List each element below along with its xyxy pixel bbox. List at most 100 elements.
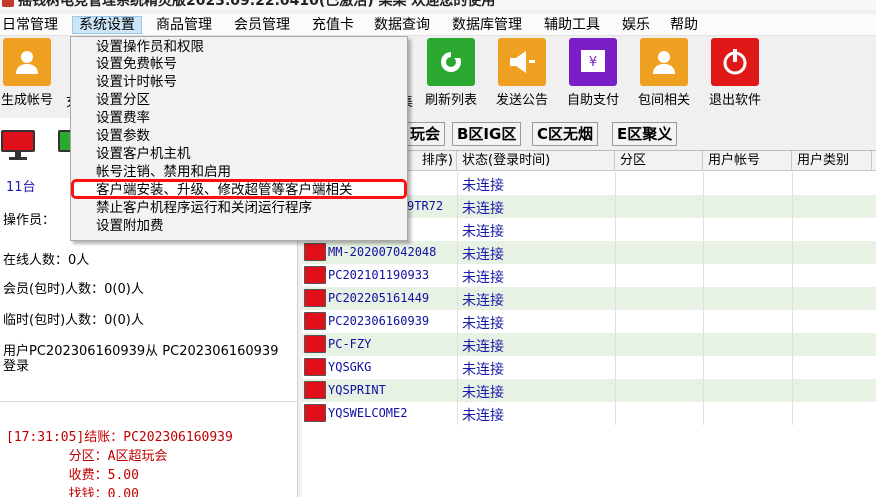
menu-members[interactable]: 会员管理 (228, 16, 296, 34)
row-divider (457, 356, 458, 379)
row-divider (792, 402, 793, 425)
pc-name: PC202205161449 (328, 291, 430, 305)
menu-entertainment[interactable]: 娱乐 (616, 16, 656, 34)
pc-name: YQSWELCOME2 (328, 406, 408, 420)
menu-bar: 日常管理 系统设置 商品管理 会员管理 充值卡 数据查询 数据库管理 辅助工具 … (0, 14, 876, 36)
room-button[interactable]: 包间相关 (629, 38, 699, 108)
send-notice-button[interactable]: 发送公告 (487, 38, 557, 108)
pc-status: 未连接 (462, 408, 504, 424)
refresh-icon (427, 38, 475, 86)
dropdown-item[interactable]: 设置操作员和权限 (96, 39, 204, 56)
row-divider (792, 356, 793, 379)
row-divider (615, 333, 616, 356)
pc-status: 未连接 (462, 385, 504, 401)
dropdown-item[interactable]: 帐号注销、禁用和启用 (96, 164, 231, 181)
tab-zone-c[interactable]: C区无烟 (532, 122, 599, 146)
col-user-type[interactable]: 用户类别 (792, 151, 872, 171)
pc-name: PC-FZY (328, 337, 372, 351)
pc-name: PC202101190933 (328, 268, 430, 282)
menu-tools[interactable]: 辅助工具 (538, 16, 606, 34)
table-row[interactable]: PC-FZY 未连接 (302, 333, 876, 356)
dropdown-item[interactable]: 禁止客户机程序运行和关闭运行程序 (96, 200, 312, 217)
menu-system-settings[interactable]: 系统设置 (72, 16, 142, 34)
row-divider (615, 310, 616, 333)
app-window: { "title":"摇钱树电竞管理系统精灵版2023.09.22.0410(已… (0, 0, 876, 497)
row-divider (615, 195, 616, 218)
svg-text:¥: ¥ (589, 55, 597, 70)
table-row[interactable]: PC202101190933 未连接 (302, 264, 876, 287)
system-settings-dropdown: 设置操作员和权限 设置免费帐号 设置计时帐号 设置分区 设置费率 设置参数 设置客户机主机帐… (70, 36, 408, 241)
dropdown-item[interactable]: 设置客户机主机 (96, 146, 191, 163)
menu-database[interactable]: 数据库管理 (446, 16, 528, 34)
dropdown-item[interactable]: 设置分区 (96, 92, 150, 109)
dropdown-item[interactable]: 设置计时帐号 (96, 74, 177, 91)
payment-icon: ¥ (569, 38, 617, 86)
row-divider (792, 218, 793, 241)
panel-divider (0, 401, 298, 402)
row-divider (457, 310, 458, 333)
pc-status: 未连接 (462, 270, 504, 286)
generate-account-button[interactable]: 生成帐号 (0, 38, 62, 108)
row-divider (703, 379, 704, 402)
table-row[interactable]: PC202205161449 未连接 (302, 287, 876, 310)
self-pay-button[interactable]: ¥ 自助支付 (558, 38, 628, 108)
pc-status-icon (304, 289, 326, 307)
menu-recharge-card[interactable]: 充值卡 (306, 16, 360, 34)
row-divider (615, 241, 616, 264)
row-divider (703, 172, 704, 195)
log-line-1: [17:31:05]结账：PC202306160939 (6, 430, 233, 445)
pc-name: MM-202007042048 (328, 245, 437, 259)
tab-zone-b[interactable]: B区IG区 (452, 122, 522, 146)
tab-zone-a[interactable]: 玩会 (406, 122, 446, 146)
monitor-red-icon (1, 130, 35, 160)
row-divider (615, 402, 616, 425)
table-row[interactable]: YQSGKG 未连接 (302, 356, 876, 379)
row-divider (792, 264, 793, 287)
pc-name: YQSPRINT (328, 383, 386, 397)
pc-status-icon (304, 312, 326, 330)
pc-status: 未连接 (462, 201, 504, 217)
menu-goods[interactable]: 商品管理 (150, 16, 218, 34)
menu-data-query[interactable]: 数据查询 (368, 16, 436, 34)
row-divider (703, 310, 704, 333)
col-zone[interactable]: 分区 (615, 151, 703, 171)
refresh-list-button[interactable]: 刷新列表 (416, 38, 486, 108)
dropdown-item[interactable]: 设置免费帐号 (96, 56, 177, 73)
tab-zone-e[interactable]: E区聚义 (612, 122, 678, 146)
login-info-line1: 用户PC202306160939从 PC202306160939 (3, 344, 279, 359)
dropdown-item[interactable]: 设置附加费 (96, 218, 164, 235)
window-title: 摇钱树电竞管理系统精灵版2023.09.22.0410(已激活) 某某 欢迎您的… (18, 0, 496, 9)
online-count: 在线人数：0人 (3, 253, 90, 268)
dropdown-item[interactable]: 设置费率 (96, 110, 150, 127)
col-account[interactable]: 用户帐号 (703, 151, 792, 171)
pc-status-icon (304, 243, 326, 261)
operator-label: 操作员： (3, 213, 56, 228)
pc-status-icon (304, 358, 326, 376)
pc-status: 未连接 (462, 293, 504, 309)
row-divider (703, 287, 704, 310)
menu-help[interactable]: 帮助 (664, 16, 704, 34)
menu-daily[interactable]: 日常管理 (0, 16, 64, 34)
dropdown-item[interactable]: 设置参数 (96, 128, 150, 145)
machine-count: 11台 (6, 180, 36, 195)
col-status[interactable]: 状态(登录时间) (457, 151, 615, 171)
pc-status-icon (304, 335, 326, 353)
row-divider (792, 333, 793, 356)
exit-button[interactable]: 退出软件 (700, 38, 770, 108)
power-icon (711, 38, 759, 86)
row-divider (703, 195, 704, 218)
table-row[interactable]: PC202306160939 未连接 (302, 310, 876, 333)
row-divider (792, 195, 793, 218)
row-divider (792, 172, 793, 195)
table-row[interactable]: YQSPRINT 未连接 (302, 379, 876, 402)
pc-name: YQSGKG (328, 360, 372, 374)
row-divider (457, 264, 458, 287)
dropdown-item[interactable]: 客户端安装、升级、修改超管等客户端相关 (96, 182, 353, 199)
table-row[interactable]: YQSWELCOME2 未连接 (302, 402, 876, 425)
pc-status: 未连接 (462, 224, 504, 240)
row-divider (703, 218, 704, 241)
row-divider (457, 218, 458, 241)
table-row[interactable]: MM-202007042048 未连接 (302, 241, 876, 264)
row-divider (615, 218, 616, 241)
row-divider (703, 333, 704, 356)
